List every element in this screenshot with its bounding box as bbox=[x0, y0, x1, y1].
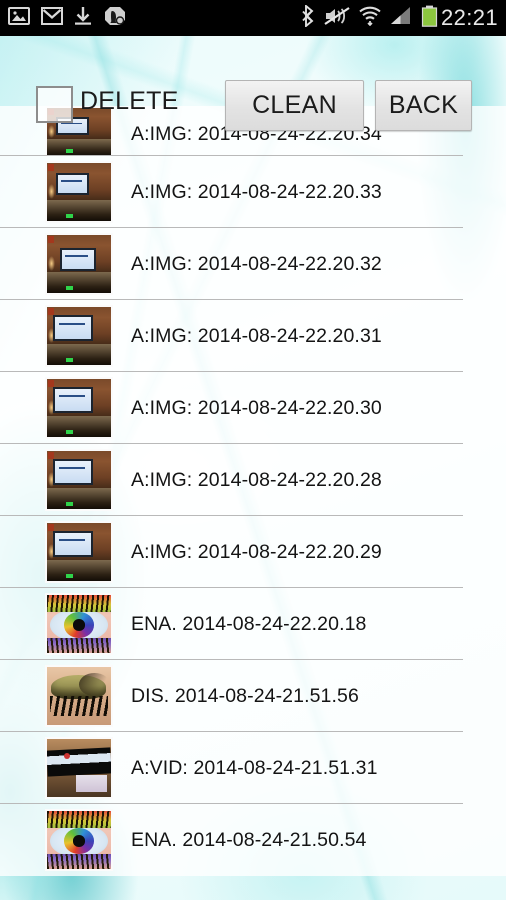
status-bar: 22:21 bbox=[0, 0, 506, 36]
list-item-label: A:IMG: 2014-08-24-22.20.31 bbox=[131, 324, 382, 347]
thumbnail-image bbox=[45, 305, 113, 367]
list-item-label: A:IMG: 2014-08-24-22.20.29 bbox=[131, 540, 382, 563]
list-item-label: A:IMG: 2014-08-24-22.20.28 bbox=[131, 468, 382, 491]
thumbnail-image bbox=[45, 521, 113, 583]
list-item[interactable]: A:IMG: 2014-08-24-22.20.33 bbox=[0, 156, 506, 228]
app-alert-icon bbox=[103, 6, 127, 31]
delete-checkbox-label: DELETE bbox=[80, 87, 179, 115]
list-item-label: A:VID: 2014-08-24-21.51.31 bbox=[131, 756, 378, 779]
thumbnail-image bbox=[45, 737, 113, 799]
list-item[interactable]: A:VID: 2014-08-24-21.51.31 bbox=[0, 732, 506, 804]
event-list[interactable]: A:IMG: 2014-08-24-22.20.34 A:IMG: 2014-08… bbox=[0, 106, 506, 900]
battery-icon bbox=[421, 5, 438, 32]
list-item-label: ENA. 2014-08-24-22.20.18 bbox=[131, 612, 367, 635]
mute-icon bbox=[324, 6, 350, 31]
thumbnail-image bbox=[45, 233, 113, 295]
back-button[interactable]: BACK bbox=[375, 80, 472, 131]
gmail-icon bbox=[41, 6, 63, 30]
list-item[interactable]: A:IMG: 2014-08-24-22.20.30 bbox=[0, 372, 506, 444]
signal-icon bbox=[390, 6, 412, 30]
thumbnail-image bbox=[45, 377, 113, 439]
thumbnail-image bbox=[45, 161, 113, 223]
clean-button[interactable]: CLEAN bbox=[225, 80, 364, 131]
toolbar: DELETE CLEAN BACK bbox=[0, 36, 506, 131]
thumbnail-image bbox=[45, 449, 113, 511]
list-item[interactable]: DIS. 2014-08-24-21.51.56 bbox=[0, 660, 506, 732]
list-item[interactable]: A:IMG: 2014-08-24-22.20.32 bbox=[0, 228, 506, 300]
delete-checkbox[interactable] bbox=[36, 86, 73, 123]
list-item[interactable]: A:IMG: 2014-08-24-22.20.29 bbox=[0, 516, 506, 588]
list-item-label: A:IMG: 2014-08-24-22.20.30 bbox=[131, 396, 382, 419]
image-icon bbox=[8, 6, 30, 31]
download-icon bbox=[74, 6, 92, 31]
list-item[interactable]: ENA. 2014-08-24-22.20.18 bbox=[0, 588, 506, 660]
thumbnail-image bbox=[45, 809, 113, 871]
status-bar-notification-icons bbox=[8, 6, 127, 31]
list-item[interactable]: ENA. 2014-08-24-21.50.54 bbox=[0, 804, 506, 876]
list-item-label: A:IMG: 2014-08-24-22.20.32 bbox=[131, 252, 382, 275]
list-item[interactable]: A:IMG: 2014-08-24-22.20.31 bbox=[0, 300, 506, 372]
list-item-label: DIS. 2014-08-24-21.51.56 bbox=[131, 684, 359, 707]
status-bar-system-icons bbox=[302, 3, 438, 32]
list-item-label: ENA. 2014-08-24-21.50.54 bbox=[131, 828, 367, 851]
wifi-icon bbox=[359, 6, 381, 31]
status-bar-clock: 22:21 bbox=[440, 5, 498, 30]
bluetooth-icon bbox=[302, 3, 315, 32]
list-item[interactable]: A:IMG: 2014-08-24-22.20.28 bbox=[0, 444, 506, 516]
list-item-label: A:IMG: 2014-08-24-22.20.33 bbox=[131, 180, 382, 203]
thumbnail-image bbox=[45, 593, 113, 655]
thumbnail-image bbox=[45, 665, 113, 727]
